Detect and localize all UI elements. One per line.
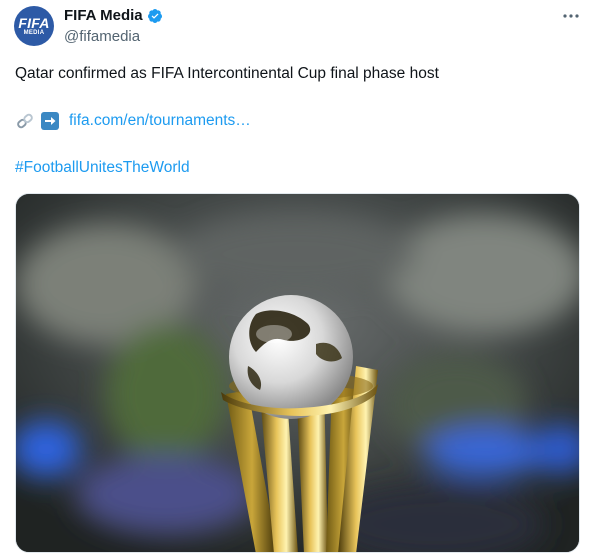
tweet-card[interactable]: FIFA MEDIA FIFA Media @fifamedia Qatar c…: [0, 0, 597, 556]
tweet-link[interactable]: fifa.com/en/tournaments…: [69, 112, 251, 130]
trophy-photo: [16, 194, 579, 552]
verified-badge-icon: [147, 8, 162, 23]
more-options-icon[interactable]: [561, 6, 581, 26]
author-handle[interactable]: @fifamedia: [64, 28, 140, 45]
tweet-image-trophy[interactable]: [15, 193, 580, 553]
hashtag-link[interactable]: #FootballUnitesTheWorld: [15, 159, 190, 177]
tweet-text: Qatar confirmed as FIFA Intercontinental…: [15, 65, 439, 82]
right-arrow-icon: [41, 112, 59, 130]
author-name-row[interactable]: FIFA Media: [64, 7, 163, 24]
author-name[interactable]: FIFA Media: [64, 7, 143, 24]
link-row[interactable]: fifa.com/en/tournaments…: [15, 110, 251, 132]
linked-paperclip-icon: [17, 113, 33, 129]
avatar-logo-text: FIFA: [18, 14, 50, 31]
avatar[interactable]: FIFA MEDIA: [14, 6, 54, 46]
avatar-logo-subtext: MEDIA: [23, 29, 45, 36]
